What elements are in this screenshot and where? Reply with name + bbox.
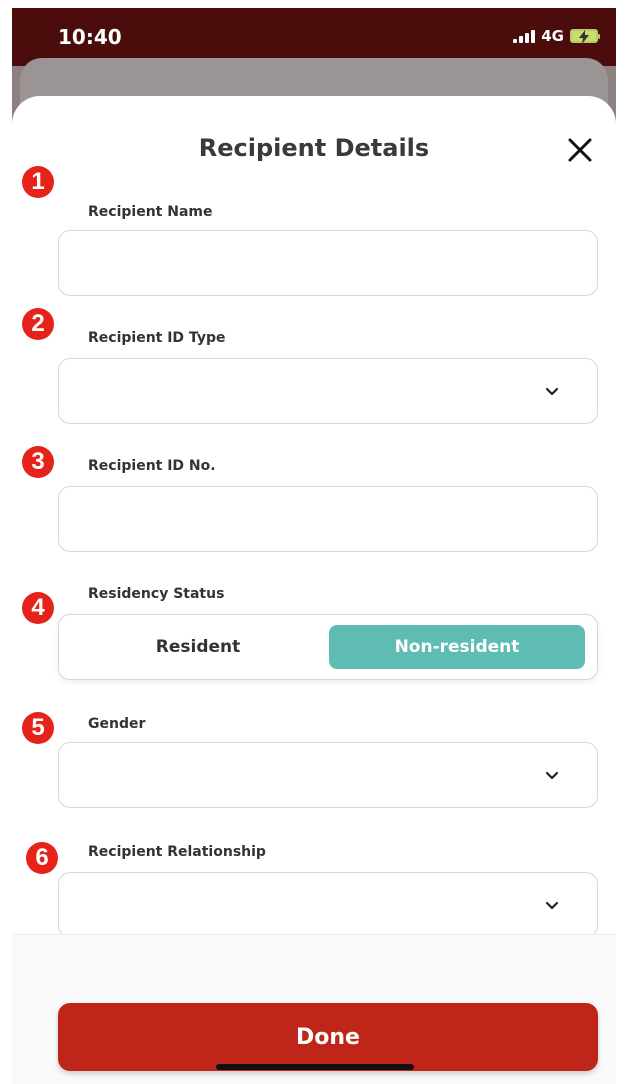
signal-icon <box>513 29 536 43</box>
home-indicator <box>216 1064 414 1070</box>
non-resident-option[interactable]: Non-resident <box>329 625 585 669</box>
chevron-down-icon <box>545 771 559 780</box>
gender-label: Gender <box>88 716 146 732</box>
gender-select[interactable] <box>58 742 598 808</box>
done-button[interactable]: Done <box>58 1003 598 1071</box>
recipient-id-type-select[interactable] <box>58 358 598 424</box>
recipient-id-type-label: Recipient ID Type <box>88 330 226 346</box>
recipient-name-field[interactable] <box>58 230 598 296</box>
step-badge-4: 4 <box>22 592 54 624</box>
recipient-name-label: Recipient Name <box>88 204 213 220</box>
recipient-id-no-field[interactable] <box>58 486 598 552</box>
step-badge-3: 3 <box>22 446 54 478</box>
chevron-down-icon <box>545 387 559 396</box>
sheet-title: Recipient Details <box>198 134 430 162</box>
residency-status-toggle: Resident Non-resident <box>58 614 598 680</box>
bottom-action-bar: Done <box>12 934 616 1084</box>
status-indicators: 4G <box>513 27 600 45</box>
status-time: 10:40 <box>58 25 122 49</box>
recipient-id-no-input[interactable] <box>59 487 597 551</box>
resident-option[interactable]: Resident <box>73 625 323 669</box>
network-type: 4G <box>541 27 564 45</box>
recipient-details-sheet: Recipient Details 1 Recipient Name 2 Rec… <box>12 96 616 1084</box>
recipient-relationship-label: Recipient Relationship <box>88 844 266 860</box>
step-badge-6: 6 <box>26 842 58 874</box>
chevron-down-icon <box>545 901 559 910</box>
step-badge-5: 5 <box>22 712 54 744</box>
recipient-relationship-select[interactable] <box>58 872 598 938</box>
step-badge-2: 2 <box>22 308 54 340</box>
battery-charging-icon <box>570 29 600 44</box>
recipient-name-input[interactable] <box>59 231 597 295</box>
residency-status-label: Residency Status <box>88 586 225 602</box>
close-icon[interactable] <box>564 134 596 166</box>
step-badge-1: 1 <box>22 166 54 198</box>
recipient-id-no-label: Recipient ID No. <box>88 458 216 474</box>
